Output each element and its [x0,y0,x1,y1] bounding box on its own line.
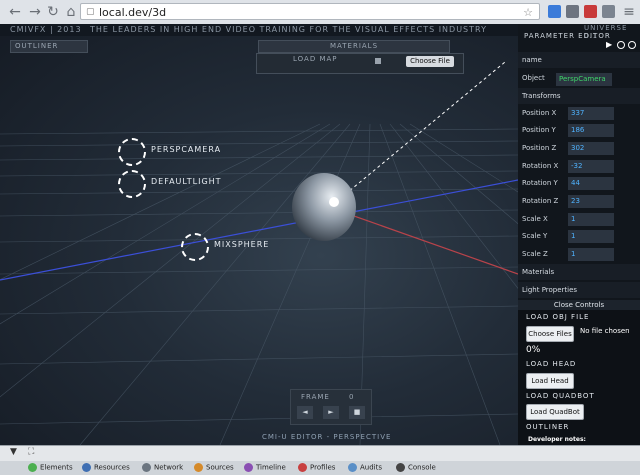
tab-audits[interactable]: Audits [348,463,382,472]
load-quadbot-button[interactable]: Load QuadBot [526,404,584,420]
extension-icon[interactable] [602,5,615,18]
name-row: name [518,52,640,68]
parameter-editor: UNIVERSE 0.1 PARAMETER EDITOR ▶ name Obj… [518,24,640,300]
node-label: DEFAULTLIGHT [151,177,222,186]
forward-arrow-icon[interactable]: → [26,3,44,21]
field-position-z: Position Z 302 [518,140,640,157]
home-icon[interactable]: ⌂ [62,3,80,21]
play-button[interactable]: ► [323,406,339,419]
light-properties-header[interactable]: Light Properties [518,282,640,298]
options-icon[interactable] [628,41,636,49]
field-scale-z: Scale Z1 [518,246,640,263]
field-scale-x: Scale X1 [518,211,640,228]
panel-title: PARAMETER EDITOR [524,32,611,40]
tab-console[interactable]: Console [396,463,436,472]
brand-label: CMIVFX | 2013 [10,25,82,34]
grid-floor [0,61,518,445]
load-map-checkbox[interactable] [375,58,381,64]
reload-icon[interactable]: ↻ [44,3,62,21]
extension-icon[interactable] [566,5,579,18]
tab-resources[interactable]: Resources [82,463,130,472]
extension-icon[interactable] [584,5,597,18]
devtools-toolbar: ▼ ⛶ [0,446,640,461]
camera-node-icon [118,138,146,166]
menu-icon[interactable]: ≡ [620,3,638,21]
field-scale-y: Scale Y1 [518,228,640,245]
dock-toggle-icon[interactable]: ▼ [10,447,17,457]
field-position-x: Position X 337 [518,105,640,122]
sphere-node-icon [181,233,209,261]
tab-sources[interactable]: Sources [194,463,234,472]
tab-timeline[interactable]: Timeline [244,463,286,472]
tab-elements[interactable]: Elements [28,463,73,472]
record-icon[interactable] [617,41,625,49]
3d-viewport[interactable]: CMIVFX | 2013 THE LEADERS IN HIGH END VI… [0,24,518,445]
tab-network[interactable]: Network [142,463,183,472]
no-file-text: No file chosen [580,327,630,335]
node-label: PERSPCAMERA [151,145,222,154]
controls-panel: Close Controls LOAD OBJ FILE Choose File… [518,300,640,445]
field-rotation-x: Rotation X -32 [518,158,640,175]
frame-label: FRAME [301,393,330,401]
inspect-icon[interactable]: ⛶ [28,447,34,457]
sphere-object [292,173,356,241]
developer-notes-label: Developer notes: [528,436,586,443]
tab-profiles[interactable]: Profiles [298,463,335,472]
url-text: local.dev/3d [99,6,167,19]
object-value[interactable]: PerspCamera [556,73,612,86]
stop-button[interactable]: ■ [349,406,365,419]
outliner-toggle[interactable]: OUTLINER [10,40,88,53]
frame-value: 0 [349,393,354,401]
field-position-y: Position Y 186 [518,122,640,139]
frame-controls: FRAME 0 ◄ ► ■ [290,389,372,425]
object-row: Object PerspCamera [518,69,640,89]
object-label: Object [522,74,545,82]
page-icon: ▢ [86,7,95,17]
load-head-button[interactable]: Load Head [526,373,574,389]
choose-files-button[interactable]: Choose Files [526,326,574,342]
transforms-header[interactable]: Transforms [518,88,640,104]
address-bar[interactable]: ▢ local.dev/3d ☆ [80,3,540,20]
play-icon[interactable]: ▶ [606,40,612,49]
load-quadbot-label: LOAD QUADBOT [526,392,595,400]
load-map-label: LOAD MAP [293,55,338,63]
viewport-footer: CMI-U EDITOR - PERSPECTIVE [262,433,392,441]
bookmark-star-icon[interactable]: ☆ [523,4,533,21]
materials-toggle[interactable]: MATERIALS [258,40,450,53]
tagline: THE LEADERS IN HIGH END VIDEO TRAINING F… [90,25,487,34]
field-rotation-z: Rotation Z 23 [518,193,640,210]
node-label: MIXSPHERE [214,240,270,249]
load-obj-label: LOAD OBJ FILE [526,313,590,321]
load-head-label: LOAD HEAD [526,360,577,368]
field-rotation-y: Rotation Y 44 [518,175,640,192]
close-controls-button[interactable]: Close Controls [518,300,640,310]
back-arrow-icon[interactable]: ← [6,3,24,21]
light-node-icon [118,170,146,198]
materials-header[interactable]: Materials [518,264,640,280]
choose-file-button[interactable]: Choose File [406,56,454,67]
top-banner: CMIVFX | 2013 THE LEADERS IN HIGH END VI… [0,24,518,36]
browser-toolbar: ← → ↻ ⌂ ▢ local.dev/3d ☆ ≡ [0,0,640,25]
devtools-panel: ▼ ⛶ Elements Resources Network Sources T… [0,445,640,475]
previous-frame-button[interactable]: ◄ [297,406,313,419]
load-progress: 0% [526,345,541,355]
controls-outliner-label: OUTLINER [526,423,570,431]
load-map-row: LOAD MAP Choose File [256,53,464,74]
extension-icon[interactable] [548,5,561,18]
